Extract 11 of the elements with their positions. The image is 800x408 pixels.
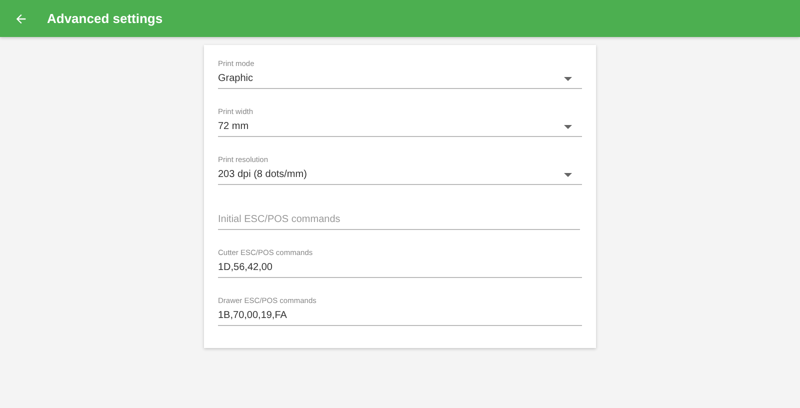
text-field[interactable]: 1B,70,00,19,FA	[218, 309, 582, 326]
caret-icon	[564, 76, 572, 80]
text-field[interactable]: 1D,56,42,00	[218, 261, 582, 278]
dropdown-field[interactable]: Graphic	[218, 72, 582, 89]
text-field[interactable]: Initial ESC/POS commands	[218, 213, 580, 230]
dropdown-field[interactable]: 203 dpi (8 dots/mm)	[218, 168, 582, 185]
caret-icon	[564, 124, 572, 128]
page-title: Advanced settings	[47, 11, 163, 26]
caret-icon	[564, 172, 572, 176]
back-arrow-icon[interactable]	[14, 12, 28, 26]
dropdown-field[interactable]: 72 mm	[218, 120, 582, 137]
